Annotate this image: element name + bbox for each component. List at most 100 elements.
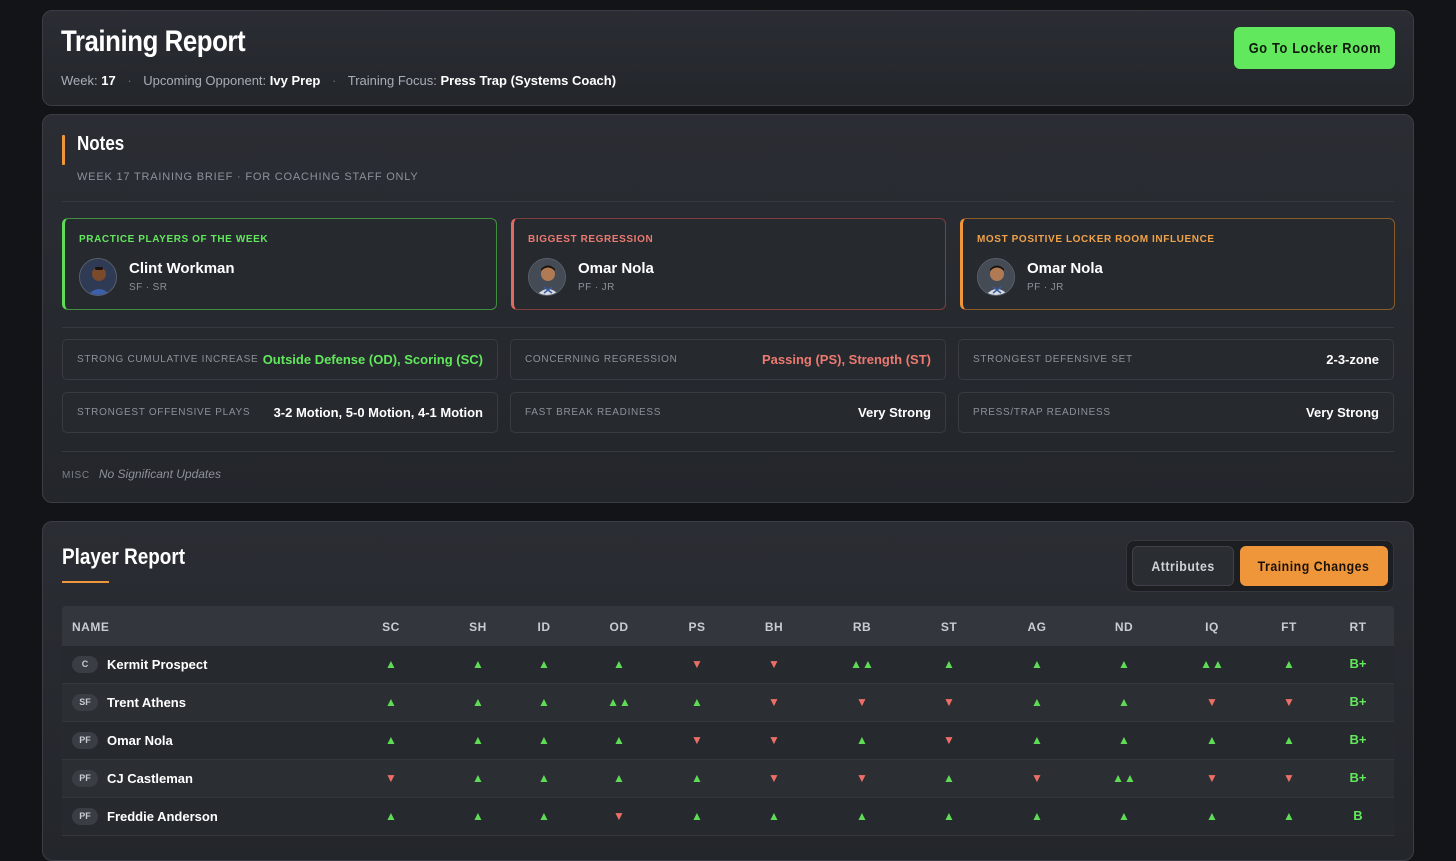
up-arrow-icon: ▲: [1031, 809, 1043, 823]
award-card-practice-player[interactable]: PRACTICE PLAYERS OF THE WEEK Clint Workm…: [62, 218, 497, 310]
up-arrow-icon: ▲▲: [850, 657, 874, 671]
position-badge: PF: [72, 732, 98, 749]
notes-divider: [62, 451, 1394, 452]
tab-attributes[interactable]: Attributes: [1132, 546, 1234, 586]
up-arrow-icon: ▲: [472, 733, 484, 747]
tab-attributes-label: Attributes: [1151, 558, 1215, 574]
up-arrow-icon: ▲: [538, 657, 550, 671]
title-underline: [62, 581, 109, 583]
award-card-locker-room-influence[interactable]: MOST POSITIVE LOCKER ROOM INFLUENCE Omar…: [960, 218, 1395, 310]
player-name[interactable]: CJ Castleman: [107, 771, 193, 786]
week-value: 17: [101, 73, 116, 88]
up-arrow-icon: ▲: [1118, 695, 1130, 709]
up-arrow-icon: ▲▲: [1200, 657, 1224, 671]
view-toggle: Attributes Training Changes: [1126, 540, 1394, 592]
down-arrow-icon: ▼: [1206, 771, 1218, 785]
up-arrow-icon: ▲: [385, 809, 397, 823]
up-arrow-icon: ▲: [613, 657, 625, 671]
award-player-name: Clint Workman: [129, 260, 235, 277]
column-header-rt[interactable]: RT: [1350, 620, 1367, 634]
avatar: [528, 258, 566, 296]
up-arrow-icon: ▲: [691, 695, 703, 709]
notes-divider: [62, 201, 1394, 202]
award-card-biggest-regression[interactable]: BIGGEST REGRESSION Omar Nola PF · JR: [511, 218, 946, 310]
up-arrow-icon: ▲: [1118, 733, 1130, 747]
column-header-name[interactable]: NAME: [72, 620, 109, 634]
player-report-panel: Player Report Attributes Training Change…: [42, 521, 1414, 861]
award-player-position: PF · JR: [1027, 282, 1064, 293]
notes-subtitle: WEEK 17 TRAINING BRIEF · FOR COACHING ST…: [77, 171, 419, 183]
stat-fast-break: FAST BREAK READINESS Very Strong: [510, 392, 946, 433]
up-arrow-icon: ▲: [538, 771, 550, 785]
column-header-rb[interactable]: RB: [853, 620, 871, 634]
table-row[interactable]: PF CJ Castleman ▼ ▲ ▲ ▲ ▲ ▼ ▼ ▲ ▼ ▲▲ ▼ ▼ B+: [62, 760, 1394, 798]
up-arrow-icon: ▲: [1283, 657, 1295, 671]
table-row[interactable]: C Kermit Prospect ▲ ▲ ▲ ▲ ▼ ▼ ▲▲ ▲ ▲ ▲ ▲▲ ▲ B+: [62, 646, 1394, 684]
misc-value: No Significant Updates: [98, 467, 221, 481]
column-header-ps[interactable]: PS: [688, 620, 705, 634]
up-arrow-icon: ▲: [472, 695, 484, 709]
table-row[interactable]: SF Trent Athens ▲ ▲ ▲ ▲▲ ▲ ▼ ▼ ▼ ▲ ▲ ▼ ▼ B+: [62, 684, 1394, 722]
down-arrow-icon: ▼: [1283, 695, 1295, 709]
rating-value: B: [1353, 808, 1363, 823]
table-row[interactable]: PF Freddie Anderson ▲ ▲ ▲ ▼ ▲ ▲ ▲ ▲ ▲ ▲ ▲ ▲ B: [62, 798, 1394, 836]
stat-offensive-plays: STRONGEST OFFENSIVE PLAYS 3-2 Motion, 5-…: [62, 392, 498, 433]
table-row[interactable]: PF Omar Nola ▲ ▲ ▲ ▲ ▼ ▼ ▲ ▼ ▲ ▲ ▲ ▲ B+: [62, 722, 1394, 760]
stat-value: Passing (PS), Strength (ST): [761, 352, 931, 367]
rating-value: B+: [1349, 694, 1367, 709]
up-arrow-icon: ▲: [472, 657, 484, 671]
avatar: [977, 258, 1015, 296]
opponent-label: Upcoming Opponent:: [143, 73, 267, 88]
stat-strong-increase: STRONG CUMULATIVE INCREASE Outside Defen…: [62, 339, 498, 380]
down-arrow-icon: ▼: [768, 733, 780, 747]
report-header: Training Report Week: 17 · Upcoming Oppo…: [42, 10, 1414, 106]
table-header: NAME SC SH ID OD PS BH RB ST AG ND IQ FT RT: [62, 606, 1394, 646]
up-arrow-icon: ▲▲: [1112, 771, 1136, 785]
column-header-bh[interactable]: BH: [765, 620, 783, 634]
player-name[interactable]: Trent Athens: [107, 695, 186, 710]
avatar: [79, 258, 117, 296]
column-header-ft[interactable]: FT: [1281, 620, 1297, 634]
player-report-title: Player Report: [62, 544, 186, 569]
up-arrow-icon: ▲▲: [607, 695, 631, 709]
column-header-sc[interactable]: SC: [382, 620, 400, 634]
rating-value: B+: [1349, 770, 1367, 785]
up-arrow-icon: ▲: [1206, 733, 1218, 747]
stat-label: STRONGEST OFFENSIVE PLAYS: [77, 407, 251, 418]
award-cards: PRACTICE PLAYERS OF THE WEEK Clint Workm…: [62, 218, 1395, 310]
notes-accent-bar: [62, 135, 65, 165]
down-arrow-icon: ▼: [856, 695, 868, 709]
down-arrow-icon: ▼: [856, 771, 868, 785]
down-arrow-icon: ▼: [385, 771, 397, 785]
column-header-nd[interactable]: ND: [1115, 620, 1133, 634]
player-name[interactable]: Kermit Prospect: [107, 657, 207, 672]
down-arrow-icon: ▼: [943, 695, 955, 709]
up-arrow-icon: ▲: [691, 809, 703, 823]
stat-label: PRESS/TRAP READINESS: [973, 407, 1111, 418]
up-arrow-icon: ▲: [856, 809, 868, 823]
week-label: Week:: [61, 73, 98, 88]
up-arrow-icon: ▲: [472, 771, 484, 785]
up-arrow-icon: ▲: [768, 809, 780, 823]
up-arrow-icon: ▲: [691, 771, 703, 785]
column-header-sh[interactable]: SH: [469, 620, 487, 634]
up-arrow-icon: ▲: [613, 771, 625, 785]
tab-training-label: Training Changes: [1258, 558, 1370, 574]
go-to-locker-room-button[interactable]: Go To Locker Room: [1234, 27, 1395, 69]
down-arrow-icon: ▼: [1031, 771, 1043, 785]
player-name[interactable]: Freddie Anderson: [107, 809, 218, 824]
column-header-ag[interactable]: AG: [1028, 620, 1047, 634]
column-header-st[interactable]: ST: [941, 620, 957, 634]
focus-label: Training Focus:: [347, 73, 437, 88]
column-header-iq[interactable]: IQ: [1205, 620, 1219, 634]
tab-training-changes[interactable]: Training Changes: [1240, 546, 1388, 586]
down-arrow-icon: ▼: [768, 657, 780, 671]
column-header-id[interactable]: ID: [538, 620, 551, 634]
rating-value: B+: [1349, 656, 1367, 671]
down-arrow-icon: ▼: [1283, 771, 1295, 785]
player-name[interactable]: Omar Nola: [107, 733, 173, 748]
table-body: C Kermit Prospect ▲ ▲ ▲ ▲ ▼ ▼ ▲▲ ▲ ▲ ▲ ▲▲ ▲ B+ SF Trent …: [62, 646, 1394, 836]
misc-label: MISC: [62, 470, 90, 481]
up-arrow-icon: ▲: [385, 657, 397, 671]
column-header-od[interactable]: OD: [610, 620, 629, 634]
